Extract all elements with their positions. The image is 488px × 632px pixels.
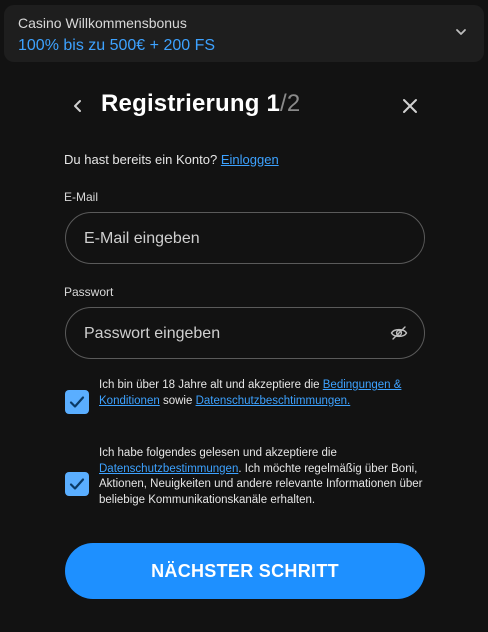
login-prompt-text: Du hast bereits ein Konto? xyxy=(64,152,218,167)
eye-off-icon[interactable] xyxy=(390,324,408,342)
privacy-link[interactable]: Datenschutzbeschtimmungen. xyxy=(196,395,351,407)
chevron-left-icon[interactable] xyxy=(68,96,88,116)
email-field[interactable] xyxy=(82,213,386,265)
close-icon[interactable] xyxy=(400,96,420,116)
consent-marketing-prefix: Ich habe folgendes gelesen und akzeptier… xyxy=(99,447,337,459)
bonus-title: Casino Willkommensbonus xyxy=(18,15,187,31)
consent-marketing-checkbox[interactable] xyxy=(65,472,89,496)
page-title-text: Registrierung 1 xyxy=(101,90,281,117)
page-title: Registrierung 1/2 xyxy=(101,90,300,118)
email-label: E-Mail xyxy=(64,190,99,204)
login-prompt: Du hast bereits ein Konto? Einloggen xyxy=(64,152,279,167)
password-label: Passwort xyxy=(64,285,114,299)
next-step-button[interactable]: NÄCHSTER SCHRITT xyxy=(65,543,425,599)
login-link[interactable]: Einloggen xyxy=(221,152,279,167)
bonus-banner[interactable]: Casino Willkommensbonus 100% bis zu 500€… xyxy=(4,5,484,62)
consent-terms-middle: sowie xyxy=(162,394,193,407)
bonus-offer: 100% bis zu 500€ + 200 FS xyxy=(18,37,216,54)
password-field[interactable] xyxy=(82,308,386,360)
registration-header: Registrierung 1/2 xyxy=(60,88,430,124)
consent-marketing-text: Ich habe folgendes gelesen und akzeptier… xyxy=(99,446,429,508)
consent-terms-checkbox[interactable] xyxy=(65,390,89,414)
step-total: /2 xyxy=(280,90,301,117)
checkmark-icon xyxy=(69,396,85,408)
consent-terms-text: Ich bin über 18 Jahre alt und akzeptiere… xyxy=(99,378,429,409)
consent-terms-prefix: Ich bin über 18 Jahre alt und akzeptiere… xyxy=(99,379,320,391)
checkmark-icon xyxy=(69,478,85,490)
password-field-wrapper xyxy=(65,307,425,360)
email-field-wrapper xyxy=(65,212,425,265)
marketing-privacy-link[interactable]: Datenschutzbestimmungen xyxy=(99,463,238,475)
chevron-down-icon[interactable] xyxy=(454,25,468,39)
